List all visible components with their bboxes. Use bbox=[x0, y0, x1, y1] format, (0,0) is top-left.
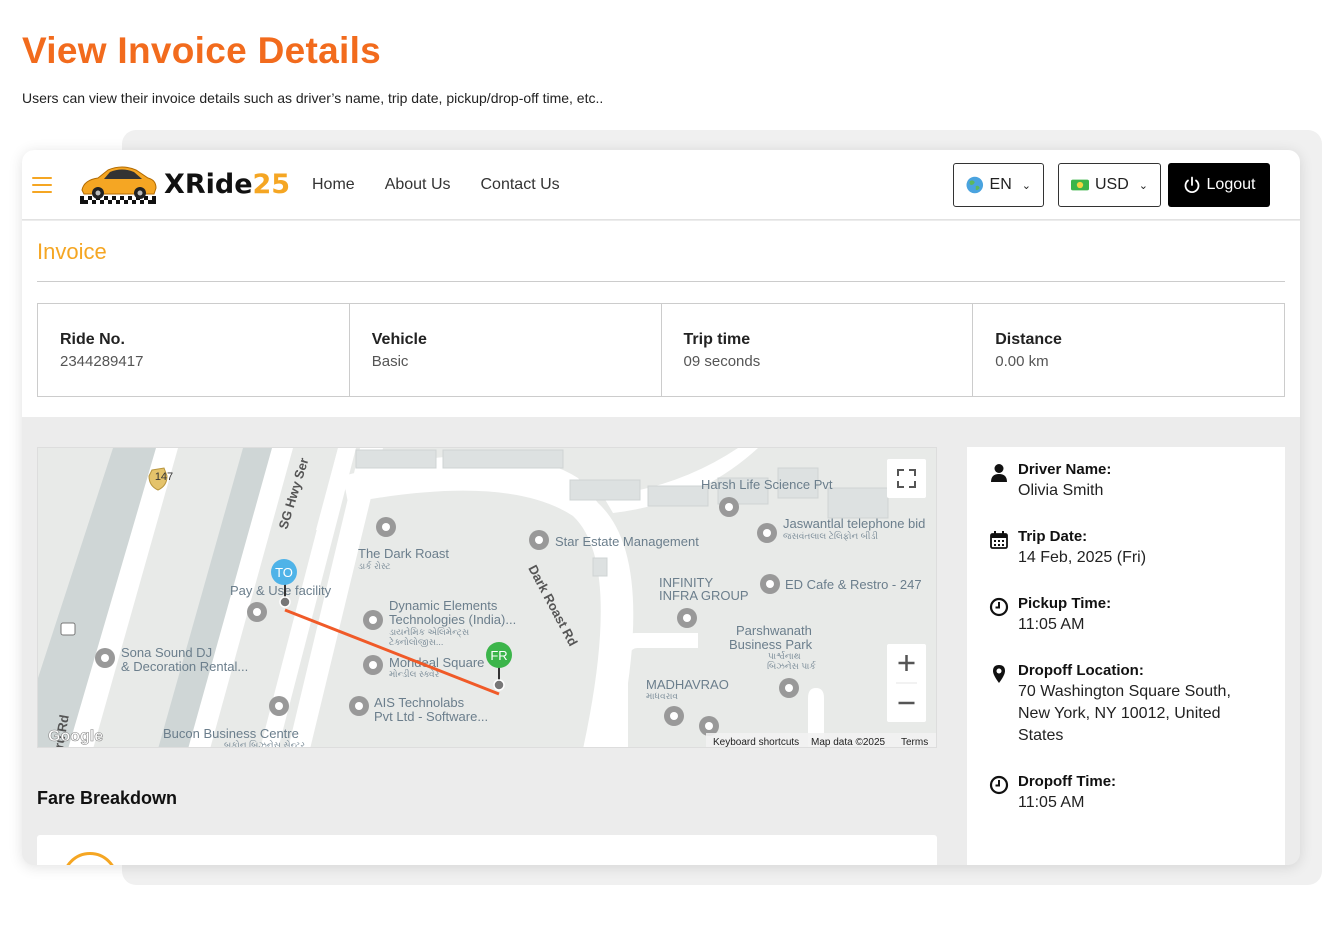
logout-button[interactable]: Logout bbox=[1168, 163, 1270, 207]
currency-value: USD bbox=[1095, 176, 1129, 193]
map-poi-label-local: ડાયનેમિક એલિમેન્ટ્સ bbox=[389, 626, 469, 638]
stat-distance: Distance 0.00 km bbox=[973, 304, 1284, 396]
stat-value: 2344289417 bbox=[60, 353, 144, 370]
map-canvas[interactable]: 147 SG Hwy Ser Dark Roast Rd ru Rd Harsh… bbox=[38, 448, 937, 748]
invoice-panel: Invoice Ride No. 2344289417 Vehicle Basi… bbox=[22, 221, 1300, 417]
currency-selector[interactable]: USD ⌄ bbox=[1058, 163, 1161, 207]
map-poi-label: Parshwanath bbox=[736, 623, 812, 638]
stat-label: Vehicle bbox=[371, 331, 427, 348]
stat-value: Basic bbox=[371, 353, 409, 370]
location-pin-icon bbox=[993, 665, 1005, 683]
map-poi-label: INFRA GROUP bbox=[659, 588, 749, 603]
pickup-time-item: Pickup Time: 11:05 AM bbox=[989, 595, 1111, 636]
map-poi-label-local: મોન્ડીલ સ્ક્વેર bbox=[389, 668, 440, 679]
person-icon bbox=[991, 464, 1007, 482]
money-icon bbox=[1071, 179, 1089, 191]
map-poi-label: Pay & Use facility bbox=[230, 583, 332, 598]
stat-label: Trip time bbox=[683, 331, 751, 348]
map-poi-label: Dynamic Elements bbox=[389, 598, 498, 613]
map-poi-label-local: જસવંતલાલ ટેલિફોન બીડી bbox=[783, 530, 878, 541]
stat-trip-time: Trip time 09 seconds bbox=[662, 304, 974, 396]
map-poi-label-local: પાર્શ્વનાથ bbox=[768, 651, 801, 661]
detail-value: 14 Feb, 2025 (Fri) bbox=[1018, 549, 1147, 566]
detail-label: Dropoff Time: bbox=[1018, 773, 1117, 790]
map-poi-label: Sona Sound DJ bbox=[121, 645, 212, 660]
language-value: EN bbox=[989, 176, 1012, 193]
dropoff-location-item: Dropoff Location: 70 Washington Square S… bbox=[989, 662, 1259, 747]
from-marker-label: FR bbox=[490, 648, 507, 663]
map-poi-label-local: માધવરાવ bbox=[646, 691, 678, 701]
map-poi-label: Jaswantlal telephone bid bbox=[783, 516, 925, 531]
stat-label: Distance bbox=[995, 331, 1062, 348]
map-poi-label: & Decoration Rental... bbox=[121, 659, 248, 674]
globe-icon bbox=[966, 176, 984, 194]
hamburger-menu-icon[interactable] bbox=[32, 177, 52, 193]
route-map[interactable]: 147 SG Hwy Ser Dark Roast Rd ru Rd Harsh… bbox=[37, 447, 937, 748]
page-title: View Invoice Details bbox=[22, 30, 382, 71]
fare-breakdown-card bbox=[37, 835, 937, 865]
nav-links: Home About Us Contact Us bbox=[312, 176, 560, 194]
clock-icon bbox=[989, 597, 1009, 617]
map-poi-label: Star Estate Management bbox=[555, 534, 699, 549]
detail-label: Trip Date: bbox=[1018, 528, 1088, 545]
map-poi-label: AIS Technolabs bbox=[374, 695, 465, 710]
power-icon bbox=[1184, 176, 1199, 194]
map-data-attribution: Map data ©2025 bbox=[811, 737, 886, 748]
nav-contact-us[interactable]: Contact Us bbox=[481, 176, 560, 194]
dropoff-time-item: Dropoff Time: 11:05 AM bbox=[989, 773, 1116, 814]
map-poi-label: Bucon Business Centre bbox=[163, 726, 299, 741]
stat-ride-no: Ride No. 2344289417 bbox=[38, 304, 350, 396]
nav-about-us[interactable]: About Us bbox=[385, 176, 451, 194]
chevron-down-icon: ⌄ bbox=[1021, 179, 1031, 192]
logo-text: XRide25 bbox=[164, 168, 291, 200]
stat-vehicle: Vehicle Basic bbox=[350, 304, 662, 396]
invoice-title: Invoice bbox=[37, 239, 107, 264]
detail-label: Driver Name: bbox=[1018, 461, 1112, 478]
page-subtitle: Users can view their invoice details suc… bbox=[22, 90, 604, 106]
map-poi-label-local: બિઝનેસ પાર્ક bbox=[767, 660, 816, 671]
map-poi-label-local: ટેક્નોલોજીસ... bbox=[389, 636, 443, 647]
nav-home[interactable]: Home bbox=[312, 176, 355, 194]
navbar: XRide25 Home About Us Contact Us EN ⌄ US… bbox=[22, 150, 1300, 220]
detail-value: 11:05 AM bbox=[1018, 616, 1085, 633]
detail-value: Olivia Smith bbox=[1018, 482, 1104, 499]
avatar bbox=[62, 852, 118, 865]
detail-label: Pickup Time: bbox=[1018, 595, 1112, 612]
map-poi-label: Business Park bbox=[729, 637, 813, 652]
trip-date-item: Trip Date: 14 Feb, 2025 (Fri) bbox=[989, 528, 1146, 569]
map-poi-label: MADHAVRAO bbox=[646, 677, 729, 692]
ride-stats: Ride No. 2344289417 Vehicle Basic Trip t… bbox=[37, 303, 1285, 397]
stat-value: 09 seconds bbox=[683, 353, 761, 370]
detail-label: Dropoff Location: bbox=[1018, 662, 1144, 679]
app-window: XRide25 Home About Us Contact Us EN ⌄ US… bbox=[22, 150, 1300, 865]
to-marker-label: TO bbox=[275, 565, 293, 580]
map-poi-label-local: ડાર્ક રોસ્ટ bbox=[358, 560, 391, 571]
chevron-down-icon: ⌄ bbox=[1138, 179, 1148, 192]
language-selector[interactable]: EN ⌄ bbox=[953, 163, 1044, 207]
map-poi-label: ED Cafe & Restro - 247 bbox=[785, 577, 922, 592]
trip-details-panel: Driver Name: Olivia Smith Trip Date: 14 … bbox=[967, 447, 1285, 865]
stat-value: 0.00 km bbox=[995, 353, 1049, 370]
keyboard-shortcuts-link[interactable]: Keyboard shortcuts bbox=[713, 737, 799, 748]
map-poi-label: Harsh Life Science Pvt bbox=[701, 477, 833, 492]
car-logo-icon bbox=[80, 166, 157, 204]
google-logo: Google bbox=[48, 728, 103, 745]
driver-name-item: Driver Name: Olivia Smith bbox=[989, 461, 1111, 502]
clock-icon bbox=[989, 775, 1009, 795]
map-poi-label-local: બુકોન બિઝનેસ સેન્ટર bbox=[224, 739, 305, 748]
stat-label: Ride No. bbox=[60, 331, 125, 348]
logout-label: Logout bbox=[1206, 176, 1256, 193]
map-poi-label: Technologies (India)... bbox=[389, 612, 516, 627]
detail-value: 70 Washington Square South, New York, NY… bbox=[1018, 683, 1231, 744]
highway-shield-label: 147 bbox=[155, 471, 173, 483]
map-poi-label: Pvt Ltd - Software... bbox=[374, 709, 488, 724]
terms-link[interactable]: Terms bbox=[901, 737, 928, 748]
brand-logo[interactable]: XRide25 bbox=[78, 162, 290, 206]
fare-breakdown-title: Fare Breakdown bbox=[37, 788, 178, 808]
detail-value: 11:05 AM bbox=[1018, 794, 1085, 811]
fullscreen-button[interactable] bbox=[887, 459, 926, 498]
map-poi-label: The Dark Roast bbox=[358, 546, 449, 561]
calendar-icon bbox=[990, 531, 1008, 549]
divider bbox=[37, 281, 1285, 282]
